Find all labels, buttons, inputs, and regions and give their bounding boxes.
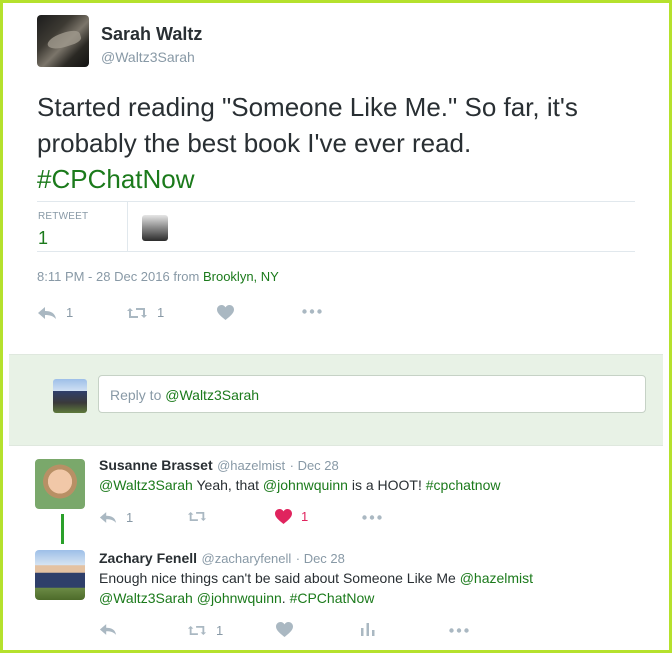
retweet-icon (127, 307, 147, 318)
reply-header: Susanne Brasset @hazelmist · Dec 28 (99, 457, 339, 475)
like-action[interactable]: 1 (275, 509, 308, 524)
retweet-icon (187, 511, 207, 522)
tweet-hashtag[interactable]: #CPChatNow (37, 164, 195, 194)
like-action[interactable] (217, 305, 234, 320)
reply-action[interactable]: 1 (99, 510, 133, 525)
more-icon (362, 515, 382, 520)
reply-action[interactable] (99, 623, 117, 636)
author-name[interactable]: Sarah Waltz (101, 24, 202, 45)
more-action[interactable] (302, 309, 322, 314)
mention-link[interactable]: @hazelmist (460, 570, 533, 586)
location-link[interactable]: Brooklyn, NY (203, 269, 279, 284)
author-handle[interactable]: @Waltz3Sarah (101, 49, 195, 65)
timestamp-text[interactable]: 8:11 PM - 28 Dec 2016 from (37, 269, 199, 284)
tweet-text-body: Started reading "Someone Like Me." So fa… (37, 92, 578, 158)
mention-link[interactable]: @johnwquinn (263, 477, 348, 493)
reply-count: 1 (66, 305, 74, 320)
tweet-card-body: Sarah Waltz @Waltz3Sarah Started reading… (9, 9, 663, 644)
hashtag-link[interactable]: #CPChatNow (290, 590, 375, 606)
retweet-action-count: 1 (216, 623, 224, 638)
reply-mention: @Waltz3Sarah (165, 387, 260, 403)
reply-author-name[interactable]: Zachary Fenell (99, 550, 197, 566)
reply-avatar[interactable] (35, 550, 85, 600)
retweet-action[interactable]: 1 (126, 305, 164, 320)
tweet-timestamp: 8:11 PM - 28 Dec 2016 from Brooklyn, NY (37, 269, 279, 284)
heart-icon (217, 305, 234, 320)
like-count: 1 (301, 509, 309, 524)
reply-icon (99, 624, 117, 635)
reply-count: 1 (126, 510, 134, 525)
heart-icon (276, 622, 293, 637)
mention-link[interactable]: @johnwquinn (197, 590, 282, 606)
reply-icon (38, 306, 56, 319)
reply-date[interactable]: · Dec 28 (296, 551, 345, 566)
reply-author-name[interactable]: Susanne Brasset (99, 457, 213, 473)
current-user-avatar (53, 379, 87, 413)
more-icon (302, 309, 322, 314)
reply-prefix: Reply to (110, 387, 162, 403)
retweet-action-count: 1 (157, 305, 165, 320)
retweeter-avatar[interactable] (142, 215, 168, 241)
reply-author-handle[interactable]: @zacharyfenell (202, 551, 292, 566)
reply-action[interactable]: 1 (37, 305, 73, 320)
tweet-text: Started reading "Someone Like Me." So fa… (37, 89, 647, 197)
more-icon (449, 628, 469, 633)
divider (37, 251, 635, 252)
thread-connector (61, 514, 64, 544)
mention-link[interactable]: @Waltz3Sarah (99, 477, 193, 493)
retweet-icon (187, 625, 207, 636)
reply-avatar[interactable] (35, 459, 85, 509)
reply-text: Enough nice things can't be said about S… (99, 570, 534, 606)
reply-text: @Waltz3Sarah Yeah, that @johnwquinn is a… (99, 475, 639, 495)
tweet-card: Sarah Waltz @Waltz3Sarah Started reading… (0, 0, 672, 653)
like-action[interactable] (276, 622, 293, 637)
heart-icon (275, 509, 292, 524)
reply-header: Zachary Fenell @zacharyfenell · Dec 28 (99, 550, 345, 568)
reply-text-part: is a HOOT! (347, 477, 426, 493)
reply-author-handle[interactable]: @hazelmist (217, 458, 285, 473)
reply-text-part: Enough nice things can't be said about S… (99, 570, 460, 586)
reply-icon (99, 512, 117, 523)
hashtag-link[interactable]: #cpchatnow (426, 477, 501, 493)
author-avatar[interactable] (37, 15, 89, 67)
reply-text-part: Yeah, that (192, 477, 263, 493)
mention-link[interactable]: @Waltz3Sarah (99, 590, 193, 606)
retweet-count[interactable]: 1 (38, 228, 48, 249)
more-action[interactable] (362, 515, 382, 520)
more-action[interactable] (449, 628, 469, 633)
stats-divider (127, 201, 128, 251)
analytics-icon (361, 623, 375, 636)
retweet-label: RETWEET (38, 211, 89, 222)
reply-date[interactable]: · Dec 28 (290, 458, 339, 473)
retweet-action[interactable] (187, 510, 207, 523)
retweet-action[interactable]: 1 (187, 623, 223, 638)
analytics-action[interactable] (361, 621, 375, 636)
reply-input[interactable]: Reply to @Waltz3Sarah (98, 375, 646, 413)
